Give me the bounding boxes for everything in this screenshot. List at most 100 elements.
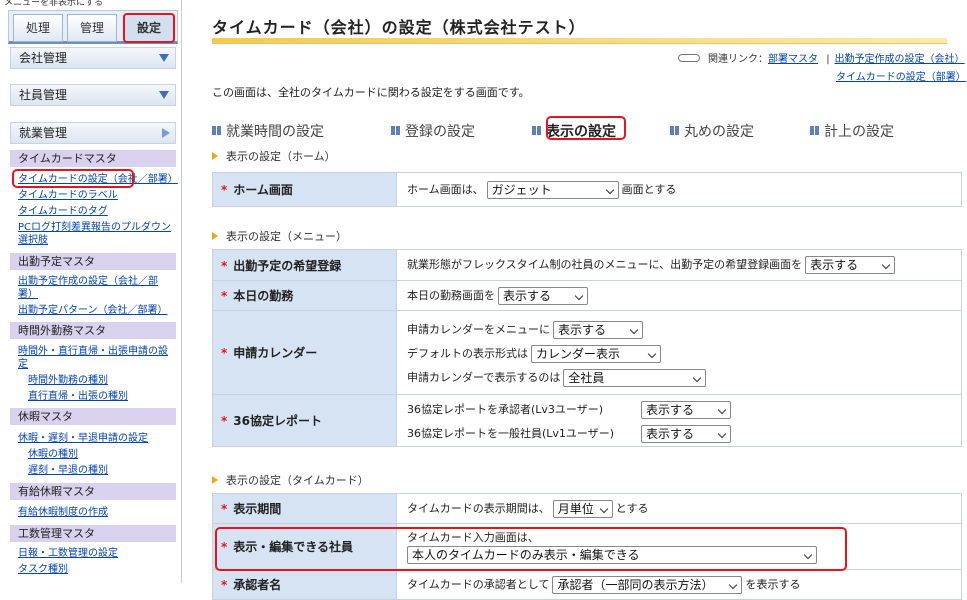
- nav-accounting[interactable]: 計上の設定: [810, 121, 894, 141]
- r36-general-select[interactable]: 表示する: [641, 425, 731, 443]
- approver-post-text: を表示する: [745, 577, 801, 591]
- menu-link-plan-pattern[interactable]: 出勤予定パターン（会社／部署）: [18, 304, 168, 317]
- accordion-work[interactable]: 就業管理: [10, 122, 176, 144]
- menu-link-pclog-pulldown-2[interactable]: 選択肢: [18, 234, 48, 247]
- section-timecard-title: 表示の設定（タイムカード）: [226, 474, 369, 487]
- r36-line-1: 36協定レポートを承認者(Lv3ユーザー) 表示する: [407, 401, 731, 419]
- row-period-label: 表示期間: [233, 502, 282, 516]
- row-label: * 36協定レポート: [212, 394, 397, 447]
- home-pre-text: ホーム画面は、: [407, 182, 484, 196]
- menu-link-pclog-pulldown[interactable]: PCログ打刻差異報告のプルダウン: [18, 221, 171, 234]
- section-menu: 表示の設定（メニュー）: [212, 228, 347, 244]
- table-menu: * 出勤予定の希望登録 就業形態がフレックスタイム制の社員のメニューに、出勤予定の…: [212, 249, 962, 447]
- required-mark: *: [221, 183, 228, 197]
- row-home-label: ホーム画面: [233, 183, 293, 197]
- row-value: 申請カレンダーをメニューに 表示する デフォルトの表示形式は カレンダー表示 申請カ…: [396, 310, 962, 395]
- menu-link-plan-settings-2[interactable]: 署）: [18, 288, 38, 301]
- row-label: * 表示期間: [212, 493, 397, 524]
- menu-link-late-types[interactable]: 遅刻・早退の種別: [28, 464, 108, 477]
- tab-manage[interactable]: 管理: [67, 14, 117, 42]
- menu-link-overtime-types[interactable]: 時間外勤務の種別: [28, 374, 108, 387]
- row-label: * 承認者名: [212, 569, 397, 600]
- r36-line-2: 36協定レポートを一般社員(Lv1ユーザー) 表示する: [407, 425, 731, 443]
- menu-link-task-types[interactable]: タスク種別: [18, 563, 68, 576]
- related-separator: |: [826, 54, 830, 65]
- nav-worktime[interactable]: 就業時間の設定: [212, 121, 324, 141]
- menu-category-paid-leave: 有給休暇マスタ: [10, 483, 176, 500]
- accordion-company[interactable]: 会社管理: [10, 47, 176, 69]
- tab-process[interactable]: 処理: [13, 14, 63, 42]
- nav-rounding[interactable]: 丸めの設定: [670, 121, 754, 141]
- tab-settings[interactable]: 設定: [123, 13, 175, 43]
- main-content: タイムカード（会社）の設定（株式会社テスト） 関連リンク：部署マスタ | 出勤予定…: [182, 0, 967, 600]
- plan-request-select[interactable]: 表示する: [805, 256, 896, 274]
- menu-link-daily-report[interactable]: 日報・工数管理の設定: [18, 547, 118, 560]
- approver-pre-text: タイムカードの承認者として: [407, 577, 550, 591]
- accordion-employee[interactable]: 社員管理: [10, 84, 176, 106]
- highlight-box: [546, 116, 626, 140]
- row-label: * 本日の勤務: [212, 280, 397, 311]
- today-pre-text: 本日の勤務画面を: [407, 288, 495, 302]
- row-period: * 表示期間 タイムカードの表示期間は、 月単位 とする: [212, 493, 962, 524]
- page-title: タイムカード（会社）の設定（株式会社テスト）: [212, 18, 586, 37]
- row-value: 就業形態がフレックスタイム制の社員のメニューに、出勤予定の希望登録画面を 表示する: [396, 249, 962, 281]
- row-value: タイムカードの承認者として 承認者（一部同の表示方法） を表示する: [396, 569, 962, 600]
- period-select[interactable]: 月単位: [552, 499, 613, 518]
- home-screen-select[interactable]: ガジェット: [486, 180, 619, 199]
- link-chain-icon: [678, 54, 700, 62]
- row-today-label: 本日の勤務: [233, 289, 294, 303]
- section-home-title: 表示の設定（ホーム）: [226, 150, 336, 163]
- required-mark: *: [221, 578, 228, 592]
- hide-menu-link[interactable]: メニューを非表示にする: [0, 0, 181, 9]
- related-links: 関連リンク：部署マスタ | 出勤予定作成の設定（会社）: [678, 50, 965, 65]
- row-approver-name: * 承認者名 タイムカードの承認者として 承認者（一部同の表示方法） を表示する: [212, 569, 962, 600]
- cal-line-3: 申請カレンダーで表示するのは 全社員: [407, 369, 707, 387]
- nav-register[interactable]: 登録の設定: [391, 121, 475, 141]
- cal-format-select[interactable]: カレンダー表示: [531, 345, 661, 363]
- intro-text: この画面は、全社のタイムカードに関わる設定をする画面です。: [212, 86, 530, 99]
- menu-link-overtime-settings[interactable]: 時間外・直行直帰・出張申請の設: [18, 345, 168, 358]
- left-sidebar: メニューを非表示にする 処理 管理 設定 会社管理 社員管理 就業管理 タイムカ…: [0, 0, 182, 583]
- arrow-right-icon: [212, 476, 218, 484]
- row-cal-label: 申請カレンダー: [233, 346, 318, 360]
- row-36-report: * 36協定レポート 36協定レポートを承認者(Lv3ユーザー) 表示する 36協定…: [212, 394, 962, 447]
- menu-link-plan-settings[interactable]: 出勤予定作成の設定（会社／部: [18, 275, 158, 288]
- menu-link-leave-settings[interactable]: 休暇・遅刻・早退申請の設定: [18, 432, 148, 445]
- menu-link-direct-trip-types[interactable]: 直行直帰・出張の種別: [28, 390, 128, 403]
- menu-link-leave-types[interactable]: 休暇の種別: [28, 448, 78, 461]
- menu-link-timecard-tag[interactable]: タイムカードのタグ: [18, 205, 108, 218]
- row-label: * ホーム画面: [212, 172, 397, 207]
- approver-select[interactable]: 承認者（一部同の表示方法）: [552, 575, 743, 594]
- menu-link-overtime-settings-2[interactable]: 定: [18, 358, 28, 371]
- row-value: 本日の勤務画面を 表示する: [396, 280, 962, 311]
- nav-register-label: 登録の設定: [405, 124, 475, 140]
- menu-category-timecard: タイムカードマスタ: [10, 150, 176, 167]
- row-value: 36協定レポートを承認者(Lv3ユーザー) 表示する 36協定レポートを一般社員(…: [396, 394, 962, 447]
- cal-target-select[interactable]: 全社員: [563, 369, 707, 387]
- accordion-work-label: 就業管理: [19, 126, 68, 140]
- cal-line-2: デフォルトの表示形式は カレンダー表示: [407, 345, 661, 363]
- chevron-down-icon: [159, 54, 169, 62]
- section-timecard: 表示の設定（タイムカード）: [212, 472, 369, 488]
- row-plan-label: 出勤予定の希望登録: [233, 258, 342, 273]
- related-link-dept-master[interactable]: 部署マスタ: [768, 54, 818, 65]
- menu-link-paid-leave[interactable]: 有給休暇制度の作成: [18, 506, 108, 519]
- menu-category-leave: 休暇マスタ: [10, 408, 176, 425]
- row-approver-label: 承認者名: [233, 578, 282, 592]
- main-tabs: 処理 管理 設定: [8, 10, 178, 44]
- cal-l3-text: 申請カレンダーで表示するのは: [407, 371, 561, 384]
- row-label: * 申請カレンダー: [212, 310, 397, 395]
- related-link-plan-settings[interactable]: 出勤予定作成の設定（会社）: [835, 54, 965, 65]
- highlight-box: [215, 527, 847, 571]
- required-mark: *: [221, 346, 228, 360]
- related-links-row2: タイムカードの設定（部署）: [836, 68, 966, 83]
- today-select[interactable]: 表示する: [498, 286, 588, 305]
- row-36-label: 36協定レポート: [233, 414, 322, 428]
- row-today: * 本日の勤務 本日の勤務画面を 表示する: [212, 280, 962, 311]
- menu-link-timecard-label[interactable]: タイムカードのラベル: [18, 189, 118, 202]
- cal-l1-text: 申請カレンダーをメニューに: [407, 323, 550, 336]
- period-pre-text: タイムカードの表示期間は、: [407, 501, 550, 515]
- cal-menu-select[interactable]: 表示する: [553, 321, 643, 339]
- r36-approver-select[interactable]: 表示する: [641, 401, 731, 419]
- related-link-timecard-dept[interactable]: タイムカードの設定（部署）: [836, 72, 966, 83]
